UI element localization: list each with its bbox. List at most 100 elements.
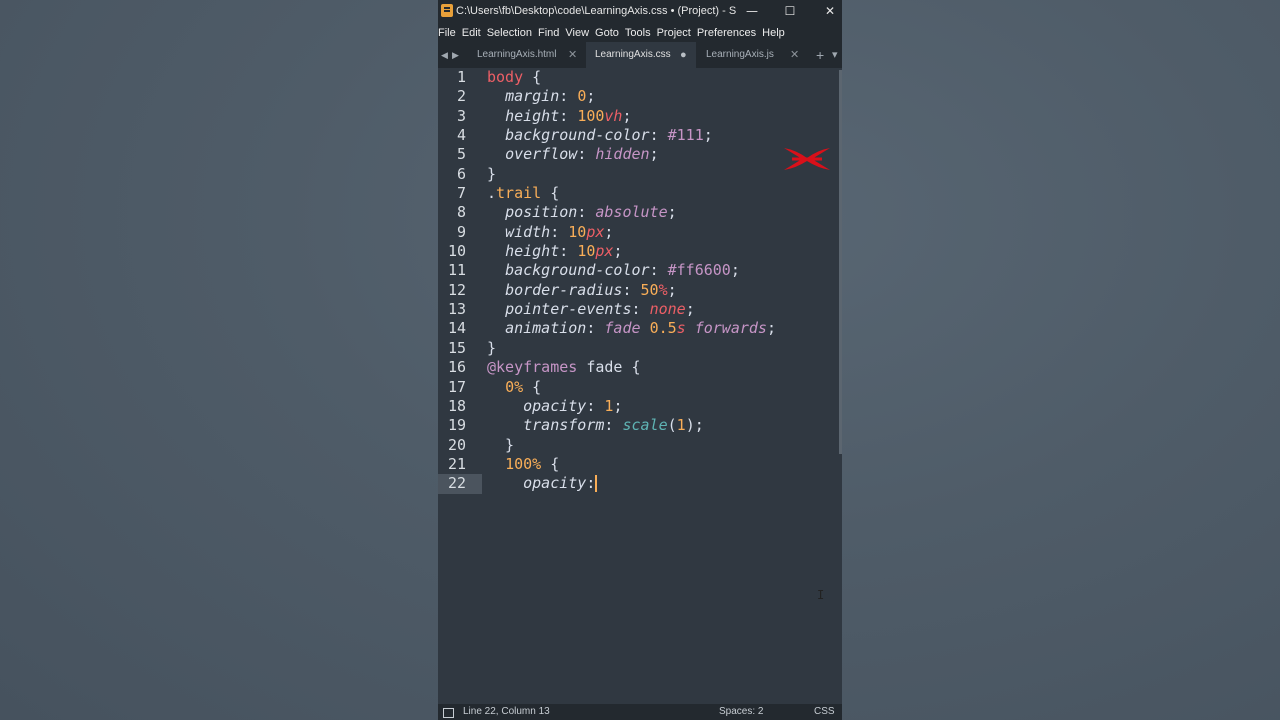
code-line[interactable]: 100% { <box>487 455 842 474</box>
panel-toggle-icon[interactable] <box>443 708 454 718</box>
code-token: 0% <box>505 377 524 396</box>
tab-bar: ◀ ▶ LearningAxis.html ✕ LearningAxis.css… <box>438 42 842 68</box>
code-line[interactable]: background-color: #ff6600; <box>487 261 842 280</box>
code-line[interactable]: 0% { <box>487 378 842 397</box>
code-token: : <box>586 319 605 338</box>
code-line[interactable]: margin: 0; <box>487 87 842 106</box>
code-line[interactable]: position: absolute; <box>487 203 842 222</box>
code-token: : <box>622 280 641 299</box>
code-token: position <box>505 203 578 222</box>
code-token: ; <box>604 222 614 241</box>
menu-tools[interactable]: Tools <box>625 22 655 44</box>
code-line[interactable]: width: 10px; <box>487 223 842 242</box>
tab-learningaxis-css[interactable]: LearningAxis.css ● <box>586 42 696 68</box>
code-token: absolute <box>595 203 668 222</box>
code-token: transform <box>523 416 605 435</box>
code-line[interactable]: opacity: 1; <box>487 397 842 416</box>
window-title: C:\Users\fb\Desktop\code\LearningAxis.cs… <box>456 5 736 17</box>
code-token: { <box>523 377 542 396</box>
code-token: } <box>487 338 497 357</box>
code-token: ; <box>667 280 677 299</box>
code-token: ; <box>622 106 632 125</box>
tab-prev-icon[interactable]: ◀ <box>441 42 448 68</box>
code-token: fade <box>604 319 650 338</box>
code-line[interactable]: height: 100vh; <box>487 107 842 126</box>
code-token: ; <box>586 87 596 106</box>
code-line[interactable]: background-color: #111; <box>487 126 842 145</box>
new-tab-icon[interactable]: + <box>816 42 824 68</box>
close-button[interactable]: ✕ <box>819 0 841 22</box>
code-token: : <box>586 474 596 493</box>
code-token: ; <box>613 396 623 415</box>
status-syntax[interactable]: CSS <box>814 704 835 720</box>
status-position[interactable]: Line 22, Column 13 <box>463 704 550 720</box>
code-line[interactable]: opacity: <box>487 474 842 493</box>
ibeam-cursor-icon: I <box>817 588 825 602</box>
code-token: 10 <box>577 242 596 261</box>
menu-preferences[interactable]: Preferences <box>697 22 760 44</box>
maximize-button[interactable]: ☐ <box>779 0 801 22</box>
tab-learningaxis-html[interactable]: LearningAxis.html ✕ <box>464 42 584 68</box>
code-area[interactable]: body { margin: 0; height: 100vh; backgro… <box>487 68 842 494</box>
code-token: animation <box>505 319 587 338</box>
code-line[interactable]: height: 10px; <box>487 242 842 261</box>
menu-file[interactable]: File <box>438 22 460 44</box>
line-gutter: 1 2 3 4 5 6 7 8 9 10 11 12 13 14 15 16 17 18 19 20 21 22 <box>438 68 482 494</box>
line-number: 20 <box>447 435 466 454</box>
red-x-logo <box>784 148 830 170</box>
scrollbar[interactable] <box>839 70 842 454</box>
line-number: 22 <box>438 474 482 494</box>
code-token: trail <box>496 184 542 203</box>
line-number: 4 <box>456 126 466 145</box>
code-line[interactable]: } <box>487 436 842 455</box>
code-token: height <box>505 106 560 125</box>
code-line[interactable]: body { <box>487 68 842 87</box>
code-token: : <box>631 300 650 319</box>
line-number: 17 <box>447 377 466 396</box>
code-token: 0.5 <box>649 319 677 338</box>
code-token: forwards <box>694 319 767 338</box>
code-token: : <box>577 145 596 164</box>
code-line[interactable]: } <box>487 339 842 358</box>
minimize-button[interactable]: — <box>741 0 763 22</box>
code-token: : <box>550 222 569 241</box>
unsaved-dot-icon[interactable]: ● <box>680 42 687 68</box>
code-line[interactable]: pointer-events: none; <box>487 300 842 319</box>
line-number: 6 <box>456 164 466 183</box>
code-token: border-radius <box>505 280 623 299</box>
code-token: { <box>523 68 542 86</box>
code-editor[interactable]: 1 2 3 4 5 6 7 8 9 10 11 12 13 14 15 16 17 18 19 20 21 22 body… <box>438 68 842 704</box>
code-token: : <box>559 242 578 261</box>
menu-bar: File Edit Selection Find View Goto Tools Projec… <box>438 22 842 42</box>
code-line[interactable]: border-radius: 50%; <box>487 281 842 300</box>
tab-close-icon[interactable]: ✕ <box>568 42 577 68</box>
menu-edit[interactable]: Edit <box>462 22 485 44</box>
menu-project[interactable]: Project <box>657 22 695 44</box>
status-indentation[interactable]: Spaces: 2 <box>719 704 763 720</box>
code-token: . <box>487 184 497 203</box>
code-line[interactable]: transform: scale(1); <box>487 416 842 435</box>
line-number: 21 <box>447 454 466 473</box>
code-token: margin <box>505 87 560 106</box>
menu-find[interactable]: Find <box>538 22 563 44</box>
tab-label: LearningAxis.css <box>595 49 671 60</box>
tab-next-icon[interactable]: ▶ <box>452 42 459 68</box>
tab-close-icon[interactable]: ✕ <box>790 42 799 68</box>
tab-learningaxis-js[interactable]: LearningAxis.js ✕ <box>698 42 808 68</box>
code-token: ( <box>667 416 677 435</box>
tab-label: LearningAxis.js <box>706 49 774 60</box>
tab-menu-icon[interactable]: ▾ <box>832 42 838 68</box>
text-caret <box>595 475 598 493</box>
menu-goto[interactable]: Goto <box>595 22 623 44</box>
code-line[interactable]: .trail { <box>487 184 842 203</box>
code-line[interactable]: animation: fade 0.5s forwards; <box>487 319 842 338</box>
menu-view[interactable]: View <box>565 22 593 44</box>
menu-selection[interactable]: Selection <box>487 22 536 44</box>
code-line[interactable]: @keyframes fade { <box>487 358 842 377</box>
menu-help[interactable]: Help <box>762 22 789 44</box>
code-token: : <box>559 87 578 106</box>
